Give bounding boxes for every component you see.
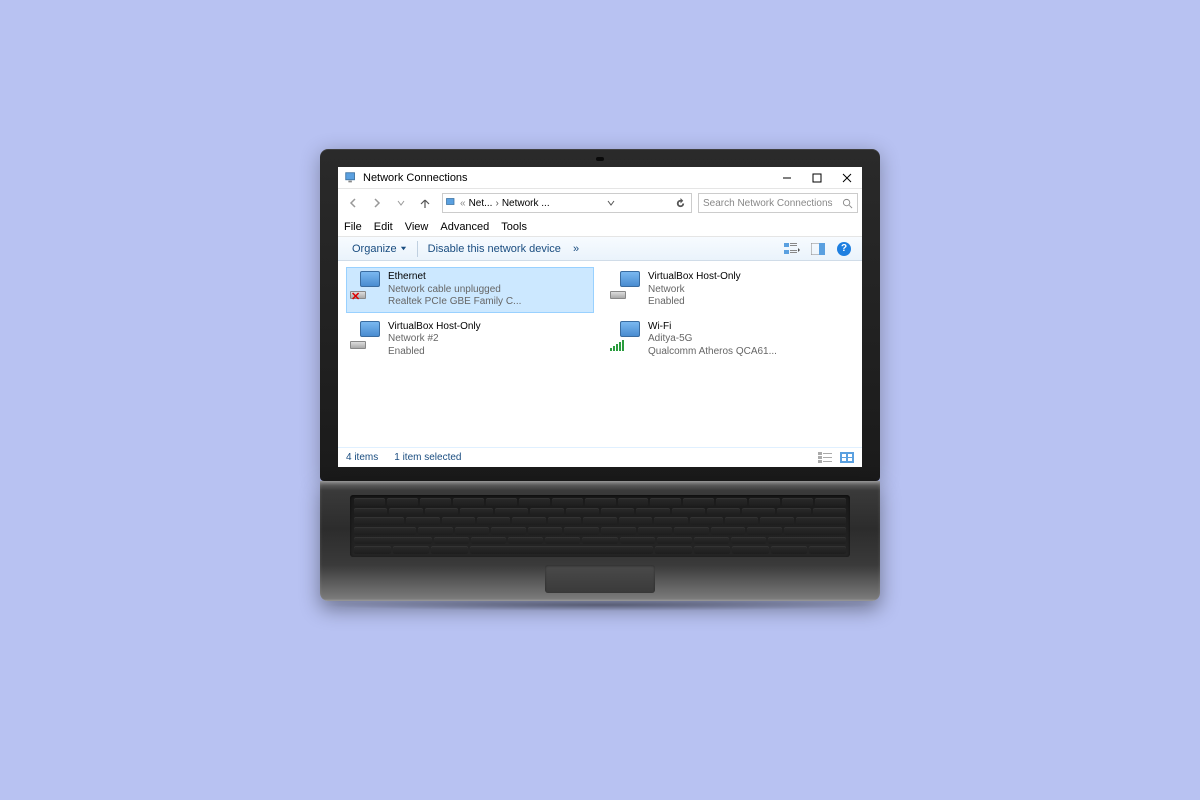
adapter-item-vbox2[interactable]: VirtualBox Host-Only Network #2 Enabled xyxy=(346,317,594,363)
adapter-device: Enabled xyxy=(648,296,741,309)
organize-button[interactable]: Organize xyxy=(346,241,413,257)
dropdown-icon xyxy=(400,245,407,252)
titlebar: Network Connections xyxy=(338,167,862,189)
menu-tools[interactable]: Tools xyxy=(501,221,527,233)
address-icon xyxy=(445,197,457,209)
menu-view[interactable]: View xyxy=(405,221,429,233)
menu-file[interactable]: File xyxy=(344,221,362,233)
laptop-frame: Network Connections « xyxy=(320,149,880,611)
forward-button[interactable] xyxy=(366,192,388,214)
adapter-list: ✕ Ethernet Network cable unplugged Realt… xyxy=(338,261,862,447)
adapter-status: Network #2 xyxy=(388,333,481,346)
adapter-name: VirtualBox Host-Only xyxy=(648,271,741,284)
menu-edit[interactable]: Edit xyxy=(374,221,393,233)
search-icon xyxy=(842,198,853,209)
breadcrumb-separator: › xyxy=(495,198,498,209)
adapter-name: Ethernet xyxy=(388,271,521,284)
adapter-item-wifi[interactable]: Wi-Fi Aditya-5G Qualcomm Atheros QCA61..… xyxy=(606,317,854,363)
breadcrumb-seg-1[interactable]: Net... xyxy=(469,198,493,209)
address-dropdown[interactable] xyxy=(603,199,619,207)
screen-bezel: Network Connections « xyxy=(320,149,880,481)
status-bar: 4 items 1 item selected xyxy=(338,447,862,467)
ethernet-icon xyxy=(610,271,642,303)
view-options-button[interactable] xyxy=(782,239,802,259)
signal-icon xyxy=(610,340,624,351)
app-icon xyxy=(344,171,358,185)
breadcrumb-seg-2[interactable]: Network ... xyxy=(502,198,550,209)
adapter-status: Network xyxy=(648,284,741,297)
maximize-button[interactable] xyxy=(802,167,832,188)
menu-advanced[interactable]: Advanced xyxy=(440,221,489,233)
ethernet-icon xyxy=(350,321,382,353)
adapter-status: Network cable unplugged xyxy=(388,284,521,297)
up-button[interactable] xyxy=(414,192,436,214)
menu-bar: File Edit View Advanced Tools xyxy=(338,217,862,237)
recent-button[interactable] xyxy=(390,192,412,214)
adapter-device: Enabled xyxy=(388,346,481,359)
adapter-item-vbox1[interactable]: VirtualBox Host-Only Network Enabled xyxy=(606,267,854,313)
minimize-button[interactable] xyxy=(772,167,802,188)
search-placeholder: Search Network Connections xyxy=(703,198,842,209)
network-connections-window: Network Connections « xyxy=(338,167,862,467)
details-view-icon[interactable] xyxy=(818,452,832,463)
window-title: Network Connections xyxy=(363,172,772,184)
large-icons-view-icon[interactable] xyxy=(840,452,854,463)
back-button[interactable] xyxy=(342,192,364,214)
laptop-screen: Network Connections « xyxy=(338,167,862,467)
webcam xyxy=(596,157,604,161)
toolbar-overflow[interactable]: » xyxy=(567,241,585,257)
disable-device-button[interactable]: Disable this network device xyxy=(422,241,567,257)
keyboard xyxy=(350,495,850,557)
adapter-name: VirtualBox Host-Only xyxy=(388,321,481,334)
toolbar-separator xyxy=(417,241,418,257)
unplugged-icon: ✕ xyxy=(351,292,361,302)
adapter-device: Realtek PCIe GBE Family C... xyxy=(388,296,521,309)
wifi-icon xyxy=(610,321,642,353)
adapter-device: Qualcomm Atheros QCA61... xyxy=(648,346,777,359)
adapter-name: Wi-Fi xyxy=(648,321,777,334)
address-bar[interactable]: « Net... › Network ... xyxy=(442,193,692,213)
preview-pane-button[interactable] xyxy=(808,239,828,259)
trackpad xyxy=(545,565,655,593)
help-icon: ? xyxy=(837,242,851,256)
help-button[interactable]: ? xyxy=(834,239,854,259)
navigation-bar: « Net... › Network ... Search Network Co… xyxy=(338,189,862,217)
breadcrumb-prefix: « xyxy=(460,198,466,209)
window-controls xyxy=(772,167,862,188)
item-count: 4 items xyxy=(346,452,378,463)
refresh-button[interactable] xyxy=(673,198,689,209)
ethernet-icon: ✕ xyxy=(350,271,382,303)
adapter-item-ethernet[interactable]: ✕ Ethernet Network cable unplugged Realt… xyxy=(346,267,594,313)
close-button[interactable] xyxy=(832,167,862,188)
keyboard-deck xyxy=(320,481,880,601)
search-input[interactable]: Search Network Connections xyxy=(698,193,858,213)
toolbar: Organize Disable this network device » xyxy=(338,237,862,261)
adapter-status: Aditya-5G xyxy=(648,333,777,346)
selection-count: 1 item selected xyxy=(394,452,461,463)
